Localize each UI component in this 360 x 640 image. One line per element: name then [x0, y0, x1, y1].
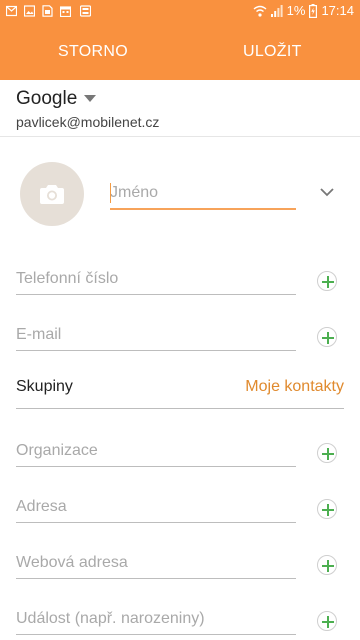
battery-percent: 1%: [286, 3, 306, 18]
add-address-plus-icon[interactable]: [317, 499, 337, 519]
image-icon: [24, 5, 35, 17]
status-time: 17:14: [321, 3, 354, 18]
address-input[interactable]: [16, 492, 296, 523]
event-input[interactable]: [16, 604, 296, 635]
wifi-icon: [253, 5, 267, 17]
signal-icon: [270, 4, 283, 17]
account-email: pavlicek@mobilenet.cz: [16, 114, 160, 130]
camera-icon: [40, 185, 64, 204]
add-organization-plus-icon[interactable]: [317, 443, 337, 463]
storage-icon: [80, 5, 91, 17]
phone-input[interactable]: [16, 264, 296, 295]
calendar-icon: [60, 6, 71, 17]
status-right: 1% 17:14: [253, 3, 354, 18]
text-cursor: [110, 183, 111, 203]
website-input[interactable]: [16, 548, 296, 579]
groups-label: Skupiny: [16, 378, 73, 395]
add-website-plus-icon[interactable]: [317, 555, 337, 575]
organization-input[interactable]: [16, 436, 296, 467]
cancel-button[interactable]: STORNO: [58, 24, 128, 80]
add-event-plus-icon[interactable]: [317, 611, 337, 631]
add-phone-plus-icon[interactable]: [317, 271, 337, 291]
account-type: Google: [16, 88, 78, 109]
battery-charging-icon: [309, 3, 318, 18]
sim-icon: [42, 5, 53, 17]
dropdown-arrow-icon: [84, 95, 96, 102]
chevron-down-icon[interactable]: [320, 188, 334, 197]
status-bar: 1% 17:14: [0, 0, 360, 24]
save-button[interactable]: ULOŽIT: [243, 24, 302, 80]
add-email-plus-icon[interactable]: [317, 327, 337, 347]
email-input[interactable]: [16, 320, 296, 351]
contact-photo-button[interactable]: [20, 162, 84, 226]
mail-icon: [6, 5, 17, 17]
name-input[interactable]: [110, 178, 296, 210]
groups-row[interactable]: Skupiny Moje kontakty: [0, 368, 360, 408]
account-selector[interactable]: Google pavlicek@mobilenet.cz: [0, 80, 360, 137]
groups-divider: [16, 408, 344, 409]
groups-value[interactable]: Moje kontakty: [245, 378, 344, 396]
action-bar: STORNO ULOŽIT: [0, 24, 360, 80]
